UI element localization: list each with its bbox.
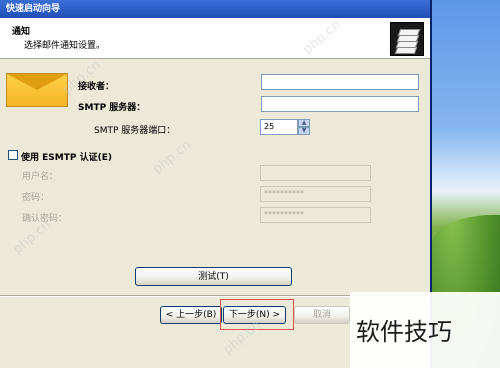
cancel-button[interactable]: 取消	[294, 306, 350, 324]
confirm-password-input[interactable]: **********	[260, 207, 371, 223]
wizard-header: 通知 选择邮件通知设置。	[0, 18, 430, 59]
back-button[interactable]: < 上一步(B)	[160, 306, 222, 324]
test-button[interactable]: 测试(T)	[135, 267, 292, 286]
username-input[interactable]	[260, 165, 371, 181]
port-spin-up-icon[interactable]: ▲	[298, 119, 310, 127]
confirm-password-label: 确认密码：	[22, 214, 68, 224]
header-title: 通知	[12, 27, 31, 37]
port-spin-down-icon[interactable]: ▼	[298, 127, 310, 135]
username-label: 用户名：	[22, 172, 59, 182]
smtp-server-input[interactable]	[261, 96, 419, 112]
smtp-port-input[interactable]: 25	[260, 119, 298, 135]
password-label: 密码：	[22, 193, 50, 203]
smtp-port-label: SMTP 服务器端口：	[94, 126, 176, 136]
envelope-icon	[6, 73, 68, 107]
watermark-site-text: 软件技巧	[356, 318, 452, 346]
use-esmtp-auth-checkbox[interactable]	[8, 150, 18, 160]
recipient-input[interactable]	[261, 74, 419, 90]
password-input[interactable]: **********	[260, 186, 371, 202]
watermark-php-cn: php.cn	[150, 137, 194, 178]
window-title: 快速启动向导	[0, 0, 430, 18]
header-subtitle: 选择邮件通知设置。	[24, 41, 106, 51]
use-esmtp-auth-label[interactable]: 使用 ESMTP 认证(E)	[21, 150, 112, 163]
smtp-server-label: SMTP 服务器：	[78, 103, 146, 113]
next-button-highlight	[220, 299, 294, 330]
server-stack-icon	[390, 22, 424, 56]
recipient-label: 接收者：	[78, 82, 115, 92]
